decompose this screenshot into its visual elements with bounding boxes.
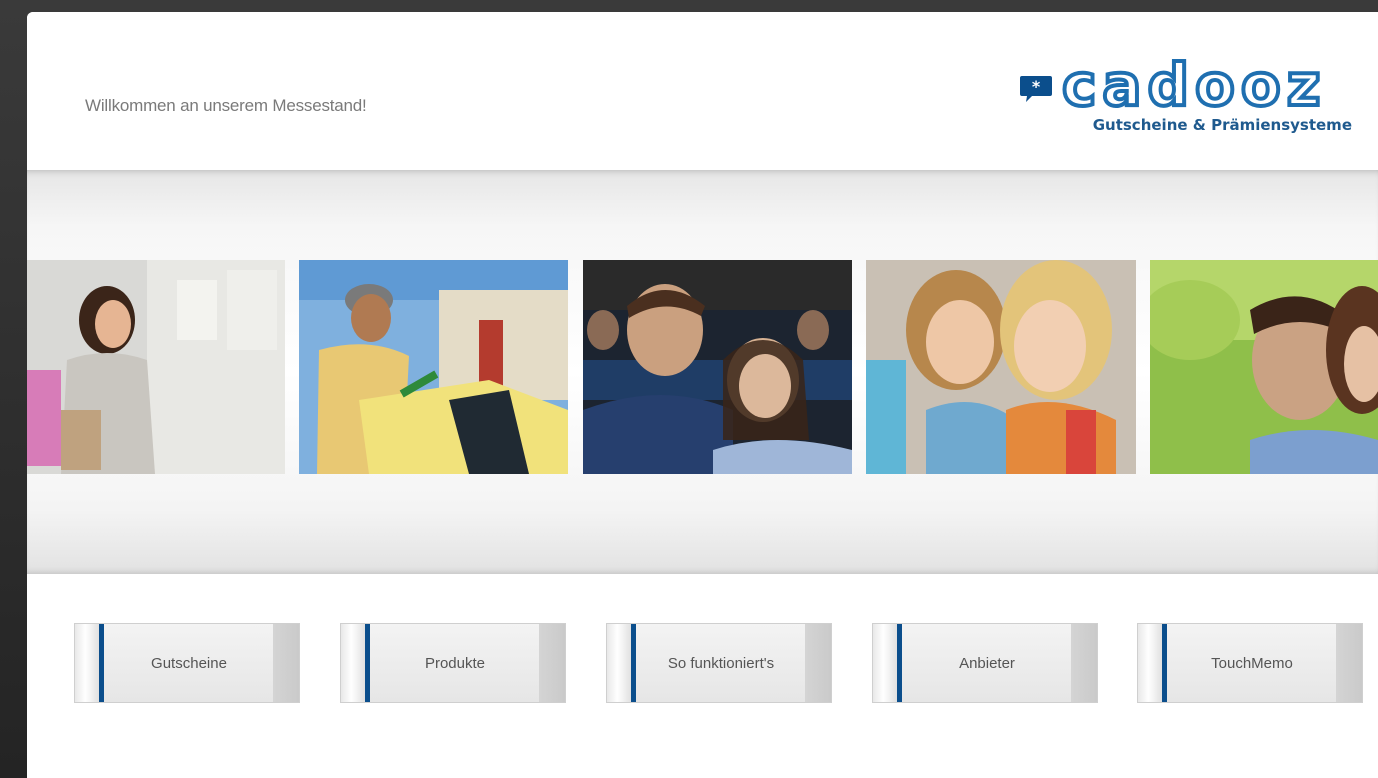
button-bevel-left [1138, 624, 1164, 702]
photo-woman-shopping[interactable] [27, 260, 285, 474]
logo-speech-bubble-icon: * [1020, 76, 1052, 102]
nav-button-anbieter[interactable]: Anbieter [872, 623, 1098, 703]
photo-man-gas-station[interactable] [299, 260, 568, 474]
nav-button-label: TouchMemo [1211, 654, 1293, 672]
header: Willkommen an unserem Messestand! * cado… [27, 12, 1378, 170]
button-bevel-right [1336, 624, 1362, 702]
main-navigation: Gutscheine Produkte So funktioniert's An… [27, 623, 1378, 703]
nav-button-label: Gutscheine [151, 654, 227, 672]
svg-text:*: * [1032, 77, 1041, 96]
button-bevel-left [341, 624, 367, 702]
button-bevel-right [273, 624, 299, 702]
button-accent-bar [99, 624, 104, 702]
button-accent-bar [1162, 624, 1167, 702]
button-bevel-right [805, 624, 831, 702]
photo-couple-cinema[interactable] [583, 260, 852, 474]
button-bevel-right [1071, 624, 1097, 702]
photo-carousel[interactable] [27, 260, 1378, 474]
nav-button-label: Anbieter [959, 654, 1015, 672]
nav-button-label: Produkte [424, 654, 486, 672]
device-frame: Willkommen an unserem Messestand! * cado… [0, 0, 1378, 778]
cadooz-logo: * cadooz Gutscheine & Prämiensysteme [1018, 54, 1354, 136]
button-accent-bar [631, 624, 636, 702]
button-accent-bar [897, 624, 902, 702]
kiosk-screen: Willkommen an unserem Messestand! * cado… [27, 12, 1378, 778]
nav-button-label: So funktioniert's [667, 654, 775, 672]
logo-tagline: Gutscheine & Prämiensysteme [1092, 116, 1352, 134]
photo-couple-outdoors[interactable] [1150, 260, 1378, 474]
button-bevel-left [607, 624, 633, 702]
button-accent-bar [365, 624, 370, 702]
logo-wordmark: cadooz [1060, 51, 1327, 119]
nav-button-touchmemo[interactable]: TouchMemo [1137, 623, 1363, 703]
nav-button-produkte[interactable]: Produkte [340, 623, 566, 703]
nav-button-gutscheine[interactable]: Gutscheine [74, 623, 300, 703]
button-bevel-right [539, 624, 565, 702]
welcome-text: Willkommen an unserem Messestand! [85, 96, 367, 115]
button-bevel-left [75, 624, 101, 702]
photo-girls-shopping[interactable] [866, 260, 1136, 474]
button-bevel-left [873, 624, 899, 702]
nav-button-so-funktionierts[interactable]: So funktioniert's [606, 623, 832, 703]
